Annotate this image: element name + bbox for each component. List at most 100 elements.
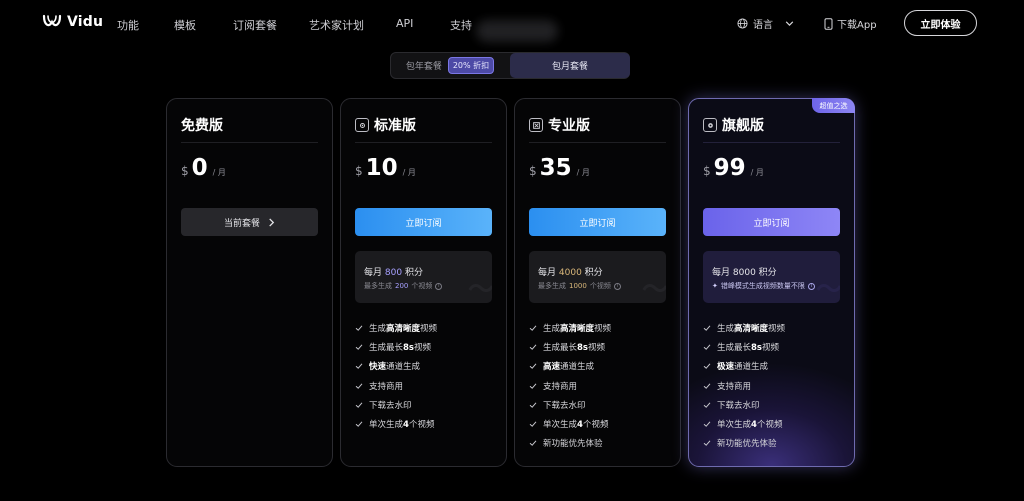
- nav-link-api[interactable]: API: [396, 17, 413, 30]
- price-period: / 月: [402, 168, 416, 177]
- feature-item: 单次生成4个视频: [529, 414, 611, 433]
- try-now-button[interactable]: 立即体验: [904, 10, 977, 36]
- best-value-badge: 超值之选: [812, 98, 855, 113]
- price-amount: 35: [539, 155, 572, 181]
- feature-list: 生成高清晰度视频 生成最长8s视频 极速通道生成 支持商用 下载去水印 单次生成…: [703, 318, 785, 453]
- subscribe-button[interactable]: 立即订阅: [703, 208, 840, 236]
- feature-item: 支持商用: [355, 376, 437, 395]
- nav-link-features[interactable]: 功能: [117, 17, 139, 33]
- price-amount: 10: [365, 155, 398, 181]
- plan-icon: [355, 118, 369, 132]
- vidu-logo[interactable]: Vidu: [42, 13, 103, 31]
- standard-plan-icon: [359, 122, 365, 128]
- check-icon: [529, 440, 537, 447]
- check-icon: [703, 440, 711, 447]
- current-plan-button[interactable]: 当前套餐: [181, 208, 318, 236]
- max-videos-value: 200: [395, 282, 409, 290]
- currency-symbol: $: [181, 164, 189, 178]
- plan-price: $ 99 / 月: [703, 155, 764, 181]
- feature-item: 单次生成4个视频: [703, 414, 785, 433]
- nav-link-support[interactable]: 支持: [450, 17, 472, 33]
- feature-item: 下载去水印: [703, 395, 785, 414]
- plan-name: 专业版: [548, 118, 590, 134]
- check-icon: [703, 325, 711, 331]
- blurred-region: [476, 20, 558, 42]
- feature-item: 生成最长8s视频: [529, 337, 611, 356]
- info-icon[interactable]: i: [807, 282, 815, 290]
- feature-item: 新功能优先体验: [703, 434, 785, 453]
- check-icon: [703, 383, 711, 389]
- credits-value: 800: [384, 268, 403, 278]
- vidu-watermark-icon: 〜: [641, 275, 666, 303]
- credits-suffix: 积分: [584, 268, 603, 278]
- subscribe-button[interactable]: 立即订阅: [529, 208, 666, 236]
- check-icon: [355, 363, 363, 370]
- feature-item: 快速通道生成: [355, 357, 437, 376]
- feature-item: 生成高清晰度视频: [703, 318, 785, 337]
- divider: [529, 142, 666, 143]
- check-icon: [529, 402, 537, 408]
- plan-price: $ 0 / 月: [181, 155, 226, 181]
- credits-prefix: 每月: [712, 268, 731, 278]
- check-icon: [703, 363, 711, 370]
- subscribe-button[interactable]: 立即订阅: [355, 208, 492, 236]
- yearly-plan-label: 包年套餐: [405, 62, 442, 72]
- plan-price: $ 35 / 月: [529, 155, 590, 181]
- check-icon: [529, 344, 537, 350]
- info-icon[interactable]: i: [435, 282, 443, 290]
- yearly-plan-tab[interactable]: 包年套餐 20% 折扣: [391, 53, 509, 78]
- feature-item: 生成最长8s视频: [355, 337, 437, 356]
- feature-item: 极速通道生成: [703, 357, 785, 376]
- current-plan-label: 当前套餐: [223, 218, 260, 229]
- credits-suffix: 积分: [758, 268, 777, 278]
- price-period: / 月: [576, 168, 590, 177]
- check-icon: [355, 383, 363, 389]
- info-icon[interactable]: i: [613, 282, 621, 290]
- feature-item: 下载去水印: [355, 395, 437, 414]
- nav-link-pricing[interactable]: 订阅套餐: [233, 17, 277, 33]
- feature-item: 支持商用: [529, 376, 611, 395]
- nav-link-artist-program[interactable]: 艺术家计划: [309, 17, 364, 33]
- chevron-down-icon: [785, 21, 794, 27]
- currency-symbol: $: [529, 164, 537, 178]
- credits-box: 〜 每月 4000 积分 最多生成 1000 个视频 i: [529, 251, 666, 303]
- credits-box: 〜 每月 8000 积分 ✦ 错峰模式生成视频数量不限 i: [703, 251, 840, 303]
- globe-icon: [737, 18, 748, 29]
- feature-item: 生成高清晰度视频: [529, 318, 611, 337]
- check-icon: [355, 344, 363, 350]
- max-videos-suffix: 个视频: [411, 282, 433, 290]
- nav-link-templates[interactable]: 模板: [174, 17, 196, 33]
- price-period: / 月: [750, 168, 764, 177]
- chevron-right-icon: [269, 217, 275, 227]
- check-icon: [703, 344, 711, 350]
- brand-name: Vidu: [67, 14, 104, 30]
- max-videos-prefix: 最多生成: [364, 282, 392, 290]
- feature-item: 高速通道生成: [529, 357, 611, 376]
- sparkle-icon: ✦: [712, 282, 718, 290]
- language-selector[interactable]: 语言: [737, 16, 795, 31]
- feature-item: 生成高清晰度视频: [355, 318, 437, 337]
- pro-plan-icon: [532, 121, 540, 129]
- monthly-plan-tab[interactable]: 包月套餐: [510, 53, 630, 78]
- feature-item: 单次生成4个视频: [355, 414, 437, 433]
- plan-card-standard: 标准版 $ 10 / 月 立即订阅 〜 每月 800 积分 最多生成 200 个…: [340, 98, 507, 467]
- feature-list: 生成高清晰度视频 生成最长8s视频 高速通道生成 支持商用 下载去水印 单次生成…: [529, 318, 611, 453]
- unlimited-offpeak-text: 错峰模式生成视频数量不限: [720, 282, 805, 290]
- max-videos-prefix: 最多生成: [538, 282, 566, 290]
- max-videos: 最多生成 1000 个视频 i: [538, 281, 621, 291]
- download-app-link[interactable]: 下载App: [824, 16, 877, 31]
- check-icon: [529, 421, 537, 428]
- language-label: 语言: [753, 20, 773, 31]
- plan-icon: [703, 118, 717, 132]
- divider: [355, 142, 492, 143]
- plan-price: $ 10 / 月: [355, 155, 416, 181]
- plan-name: 免费版: [181, 118, 223, 134]
- check-icon: [703, 402, 711, 408]
- check-icon: [529, 383, 537, 389]
- credits-value: 4000: [558, 268, 582, 278]
- price-period: / 月: [212, 168, 226, 177]
- check-icon: [703, 421, 711, 428]
- max-videos-suffix: 个视频: [589, 282, 611, 290]
- feature-item: 生成最长8s视频: [703, 337, 785, 356]
- credits-value: 8000: [732, 268, 756, 278]
